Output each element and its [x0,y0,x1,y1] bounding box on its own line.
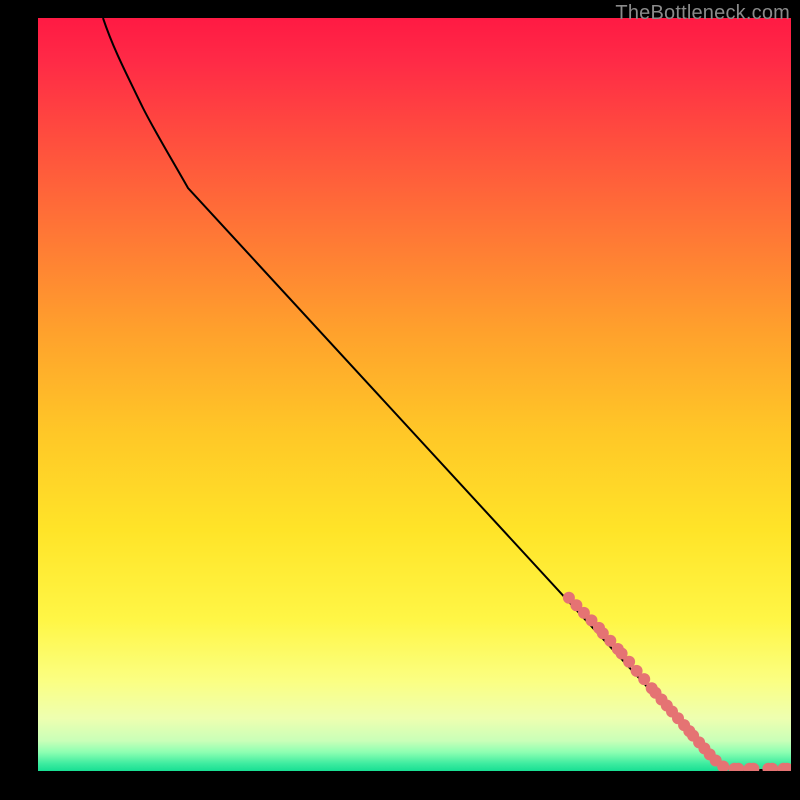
watermark-text: TheBottleneck.com [615,2,790,25]
plot-area [38,18,791,771]
marker-layer [563,592,791,771]
performance-curve [103,18,791,770]
chart-svg [38,18,791,771]
chart-frame: TheBottleneck.com [0,0,800,800]
